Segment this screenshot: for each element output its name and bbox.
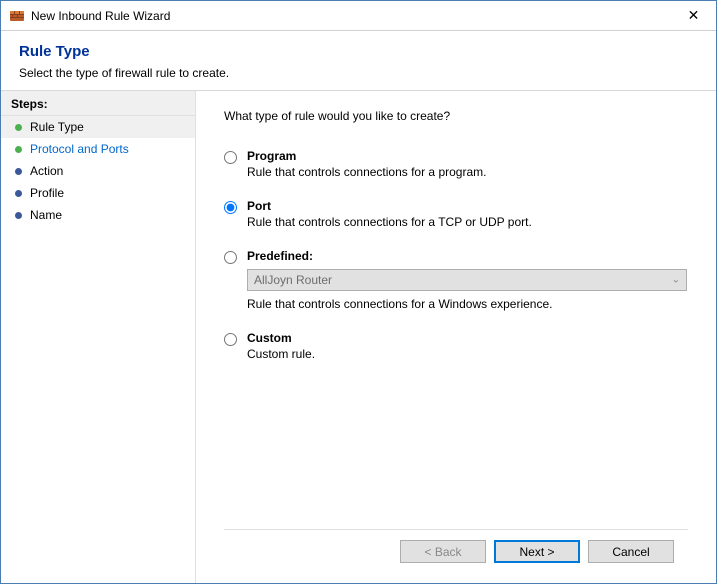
- predefined-selected: AllJoyn Router: [254, 273, 332, 287]
- radio-program[interactable]: [224, 151, 237, 164]
- wizard-header: Rule Type Select the type of firewall ru…: [1, 31, 716, 90]
- step-name[interactable]: Name: [1, 204, 195, 226]
- rule-type-question: What type of rule would you like to crea…: [224, 109, 688, 123]
- steps-sidebar: Steps: Rule Type Protocol and Ports Acti…: [1, 91, 196, 583]
- bullet-icon: [15, 190, 22, 197]
- option-program[interactable]: Program Rule that controls connections f…: [224, 149, 688, 179]
- predefined-dropdown: AllJoyn Router ⌄: [247, 269, 687, 291]
- step-label: Profile: [30, 186, 64, 200]
- titlebar: New Inbound Rule Wizard ✕: [1, 1, 716, 31]
- step-label: Rule Type: [30, 120, 84, 134]
- step-profile[interactable]: Profile: [1, 182, 195, 204]
- option-port[interactable]: Port Rule that controls connections for …: [224, 199, 688, 229]
- wizard-content: What type of rule would you like to crea…: [196, 91, 716, 583]
- step-label: Name: [30, 208, 62, 222]
- rule-type-options: Program Rule that controls connections f…: [224, 149, 688, 361]
- next-button[interactable]: Next >: [494, 540, 580, 563]
- firewall-icon: [9, 8, 25, 24]
- radio-predefined[interactable]: [224, 251, 237, 264]
- option-desc: Custom rule.: [247, 347, 688, 361]
- step-action[interactable]: Action: [1, 160, 195, 182]
- option-predefined[interactable]: Predefined: AllJoyn Router ⌄ Rule that c…: [224, 249, 688, 311]
- option-desc: Rule that controls connections for a pro…: [247, 165, 688, 179]
- option-title: Predefined:: [247, 249, 688, 263]
- option-title: Program: [247, 149, 688, 163]
- window-title: New Inbound Rule Wizard: [31, 9, 671, 23]
- option-desc: Rule that controls connections for a Win…: [247, 297, 688, 311]
- bullet-icon: [15, 168, 22, 175]
- bullet-icon: [15, 146, 22, 153]
- back-button: < Back: [400, 540, 486, 563]
- step-label: Protocol and Ports: [30, 142, 129, 156]
- option-title: Custom: [247, 331, 688, 345]
- wizard-body: Steps: Rule Type Protocol and Ports Acti…: [1, 90, 716, 583]
- step-protocol-ports[interactable]: Protocol and Ports: [1, 138, 195, 160]
- bullet-icon: [15, 212, 22, 219]
- option-title: Port: [247, 199, 688, 213]
- step-label: Action: [30, 164, 63, 178]
- option-custom[interactable]: Custom Custom rule.: [224, 331, 688, 361]
- wizard-footer: < Back Next > Cancel: [224, 529, 688, 573]
- cancel-button[interactable]: Cancel: [588, 540, 674, 563]
- chevron-down-icon: ⌄: [672, 275, 680, 286]
- bullet-icon: [15, 124, 22, 131]
- steps-heading: Steps:: [1, 91, 195, 116]
- page-subtitle: Select the type of firewall rule to crea…: [19, 66, 698, 80]
- wizard-window: New Inbound Rule Wizard ✕ Rule Type Sele…: [0, 0, 717, 584]
- close-button[interactable]: ✕: [671, 1, 716, 30]
- option-desc: Rule that controls connections for a TCP…: [247, 215, 688, 229]
- step-rule-type[interactable]: Rule Type: [1, 116, 195, 138]
- radio-custom[interactable]: [224, 333, 237, 346]
- page-title: Rule Type: [19, 43, 698, 60]
- radio-port[interactable]: [224, 201, 237, 214]
